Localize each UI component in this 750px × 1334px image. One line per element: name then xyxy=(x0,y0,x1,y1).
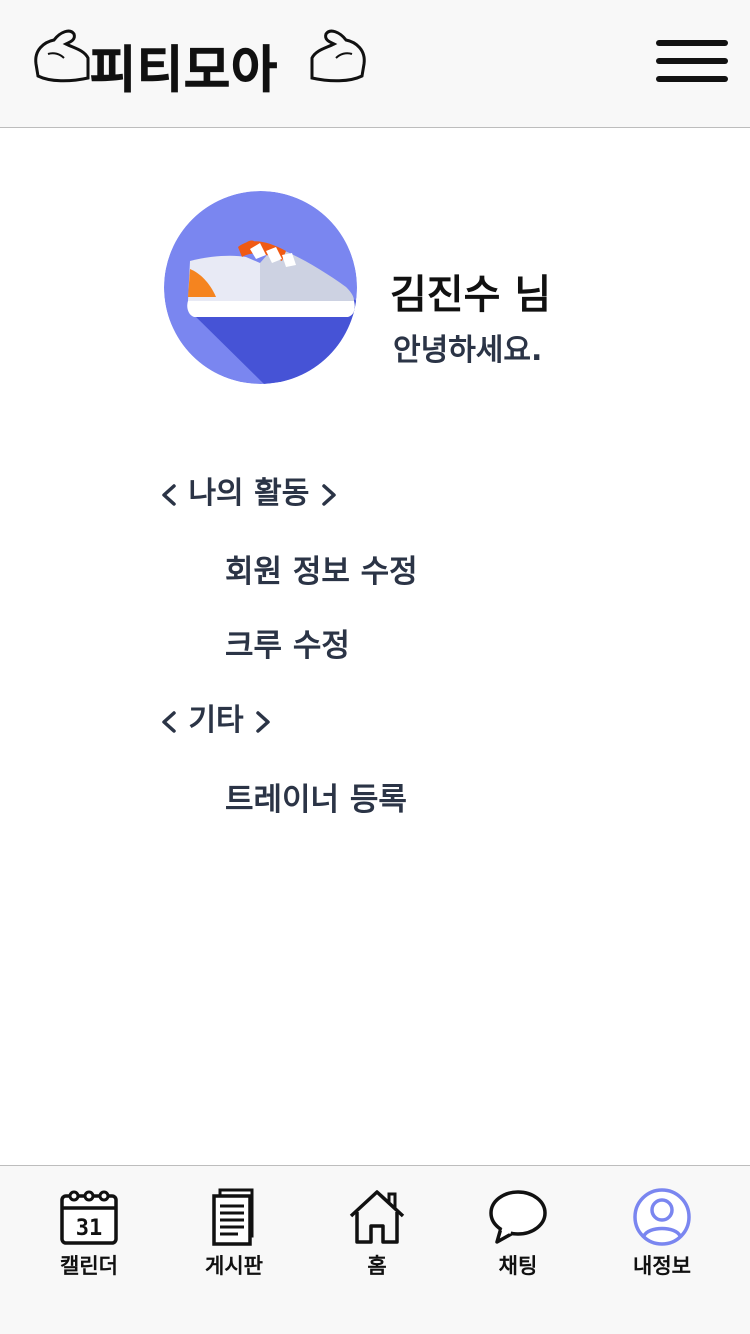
chat-bubble-icon xyxy=(489,1190,547,1244)
user-profile-icon xyxy=(633,1188,691,1246)
hamburger-menu-icon xyxy=(656,40,728,46)
nav-label-chat: 채팅 xyxy=(498,1254,538,1278)
section-title-label: 기타 xyxy=(188,703,244,738)
chevron-left-icon xyxy=(162,483,176,506)
menu-item-trainer-register[interactable]: 트레이너 등록 xyxy=(225,774,407,819)
nav-item-home[interactable]: 홈 xyxy=(317,1188,437,1278)
chevron-right-icon xyxy=(322,483,336,506)
hamburger-menu-icon-line xyxy=(656,76,728,82)
nav-item-board[interactable]: 게시판 xyxy=(174,1188,294,1278)
hamburger-menu-button[interactable] xyxy=(652,38,732,88)
nav-label-home: 홈 xyxy=(367,1254,387,1278)
profile-avatar xyxy=(164,191,357,384)
bottom-navigation: 31 캘린더 게시판 홈 채팅 내정보 xyxy=(0,1165,750,1334)
logo-text: 피티모아 xyxy=(90,41,278,100)
nav-label-my-info: 내정보 xyxy=(633,1254,691,1278)
app-logo[interactable]: 피티모아 xyxy=(30,20,370,100)
nav-item-my-info[interactable]: 내정보 xyxy=(602,1188,722,1278)
nav-label-board: 게시판 xyxy=(205,1254,263,1278)
document-icon xyxy=(212,1188,254,1246)
user-name: 김진수 님 xyxy=(390,272,552,318)
nav-label-calendar: 캘린더 xyxy=(60,1254,118,1278)
section-title-my-activity: 나의 활동 xyxy=(160,468,338,512)
sneaker-icon xyxy=(164,191,357,384)
menu-item-edit-crew[interactable]: 크루 수정 xyxy=(225,620,350,665)
chevron-right-icon xyxy=(256,710,270,733)
app-header: 피티모아 xyxy=(0,0,750,128)
chevron-left-icon xyxy=(162,710,176,733)
menu-item-edit-member-info[interactable]: 회원 정보 수정 xyxy=(225,546,418,591)
home-icon xyxy=(349,1190,405,1244)
calendar-day: 31 xyxy=(76,1216,103,1241)
section-title-etc: 기타 xyxy=(160,695,272,739)
nav-item-chat[interactable]: 채팅 xyxy=(458,1188,578,1278)
hamburger-menu-icon-line xyxy=(656,58,728,64)
calendar-icon: 31 xyxy=(60,1190,118,1245)
section-title-label: 나의 활동 xyxy=(188,476,310,511)
nav-item-calendar[interactable]: 31 캘린더 xyxy=(29,1188,149,1278)
greeting-text: 안녕하세요. xyxy=(393,333,543,368)
